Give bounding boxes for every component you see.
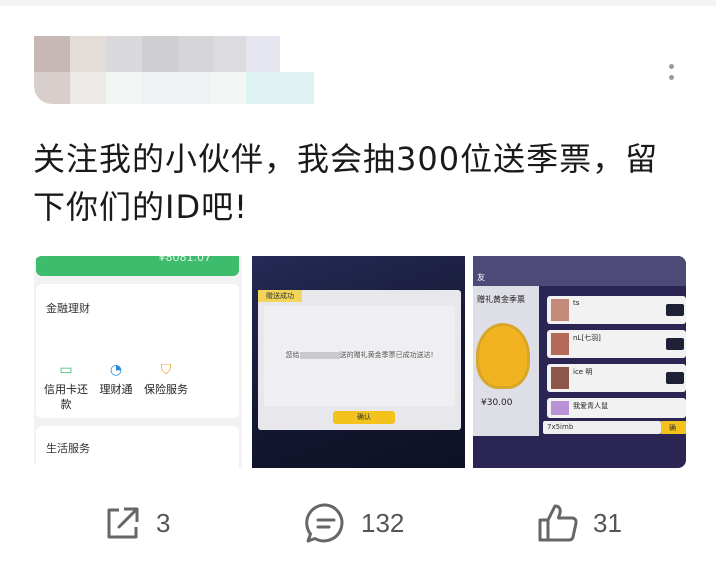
gift-panel: 赠礼黄金季票 ¥30.00 (473, 286, 539, 436)
dialog-message: 您给 送的赠礼黄金季票已成功送达! (264, 350, 455, 360)
wealth-item: ◔ 理财通 (90, 362, 142, 397)
friend-id-input: 7x5imb (543, 421, 661, 434)
insurance-icon: ⛉ (160, 362, 172, 378)
message-suffix: 送的赠礼黄金季票已成功送达! (339, 351, 434, 359)
life-card: 生活服务 (36, 426, 239, 468)
friend-name: ts (573, 299, 580, 307)
dialog-title: 赠送成功 (258, 290, 302, 302)
credit-card-item: ▭ 信用卡还款 (40, 362, 92, 412)
friend-row: ice 明 (547, 364, 686, 392)
more-options-icon[interactable] (664, 60, 678, 90)
comment-count: 132 (361, 507, 405, 538)
confirm-button: 确认 (333, 411, 395, 424)
section-life-title: 生活服务 (46, 442, 90, 455)
credit-card-icon: ▭ (59, 362, 73, 378)
gift-price: ¥30.00 (481, 398, 513, 408)
wealth-label: 理财通 (99, 383, 133, 396)
confirm-button: 确 (661, 421, 686, 434)
section-finance-title: 金融理财 (46, 302, 90, 315)
balance-card: ¥8081.07 (36, 256, 239, 276)
friend-avatar (551, 333, 569, 355)
confirm-label: 确 (669, 424, 676, 432)
finance-card: 金融理财 ▭ 信用卡还款 ◔ 理财通 ⛉ 保险服务 (36, 284, 239, 418)
credit-card-label: 信用卡还款 (44, 383, 88, 411)
friend-avatar (551, 299, 569, 321)
insurance-label: 保险服务 (144, 383, 188, 396)
wealth-icon: ◔ (109, 362, 123, 378)
post-image-3[interactable]: 友 赠礼黄金季票 ¥30.00 ts nL[七羽] ice 明 我爱青人鼠 7x… (473, 256, 686, 468)
like-count: 31 (593, 507, 622, 538)
pass-trophy-icon (479, 326, 527, 386)
post-image-2[interactable]: 赠送成功 您给 送的赠礼黄金季票已成功送达! 确认 (252, 256, 465, 468)
comment-button[interactable]: 132 (305, 500, 404, 546)
dialog-body: 您给 送的赠礼黄金季票已成功送达! (264, 306, 455, 406)
top-separator (0, 0, 716, 6)
balance-amount: ¥8081.07 (158, 256, 212, 264)
share-button[interactable]: 3 (102, 500, 170, 546)
share-count: 3 (156, 507, 171, 538)
gift-dialog: 赠送成功 您给 送的赠礼黄金季票已成功送达! 确认 (258, 290, 461, 430)
share-icon (107, 507, 139, 539)
friend-row: 我爱青人鼠 (547, 398, 686, 418)
comment-icon (305, 503, 344, 543)
gift-button (666, 338, 684, 350)
friend-avatar (551, 401, 569, 415)
friend-row: nL[七羽] (547, 330, 686, 358)
friend-name: 我爱青人鼠 (573, 402, 608, 410)
friend-name: ice 明 (573, 368, 593, 376)
friend-avatar (551, 367, 569, 389)
thumbs-up-icon (538, 504, 578, 542)
gift-label: 赠礼黄金季票 (477, 295, 525, 304)
friend-name: nL[七羽] (573, 334, 601, 342)
blurred-name (299, 351, 340, 359)
friend-row: ts (547, 296, 686, 324)
message-prefix: 您给 (285, 351, 300, 359)
gift-button (666, 372, 684, 384)
friends-header: 友 (473, 256, 686, 286)
like-button[interactable]: 31 (537, 500, 622, 546)
friends-tab: 友 (477, 273, 485, 282)
insurance-item: ⛉ 保险服务 (140, 362, 192, 397)
post-image-1[interactable]: ¥8081.07 金融理财 ▭ 信用卡还款 ◔ 理财通 ⛉ 保险服务 生活服务 (34, 256, 242, 468)
gift-button (666, 304, 684, 316)
post-text: 关注我的小伙伴，我会抽300位送季票，留下你们的ID吧! (33, 140, 659, 226)
